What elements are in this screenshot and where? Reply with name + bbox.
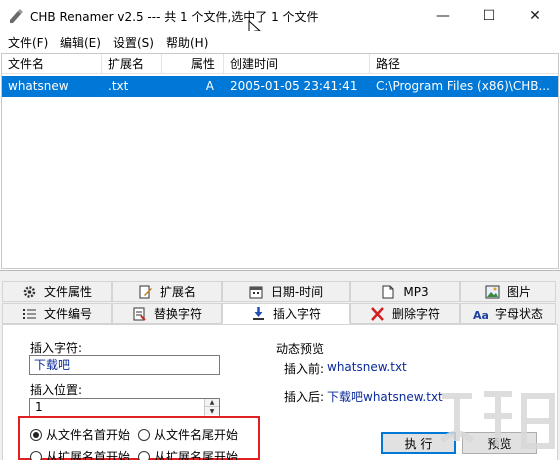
tab-label: 插入字符 xyxy=(272,307,321,321)
svg-text:Aa: Aa xyxy=(473,309,488,321)
table-row[interactable]: whatsnew .txt A 2005-01-05 23:41:41 C:\P… xyxy=(2,76,558,97)
stepper-up-icon[interactable]: ▲ xyxy=(205,399,219,407)
cell-attribute: A xyxy=(205,79,214,93)
gear-icon xyxy=(23,285,36,298)
after-value: 下载吧whatsnew.txt xyxy=(327,390,443,404)
radio-unchecked-icon xyxy=(138,450,150,460)
menu-settings[interactable]: 设置(S) xyxy=(113,34,154,51)
menu-bar: 文件(F) 编辑(E) 设置(S) 帮助(H) xyxy=(0,31,560,52)
watermark-logo xyxy=(439,391,555,449)
after-label: 插入后: xyxy=(284,390,325,404)
insert-position-stepper[interactable]: 1 ▲ ▼ xyxy=(29,398,220,417)
tab-mp3[interactable]: MP3 xyxy=(350,281,460,302)
tab-label: MP3 xyxy=(403,284,429,299)
letter-case-icon: Aa xyxy=(473,309,488,321)
cell-path: C:\Program Files (x86)\CHB... xyxy=(376,79,550,93)
cell-filename: whatsnew xyxy=(8,79,69,93)
cell-extension: .txt xyxy=(108,79,129,93)
before-value: whatsnew.txt xyxy=(327,360,407,374)
insert-chars-input[interactable]: 下载吧 xyxy=(29,355,220,375)
radio-filename-start[interactable]: 从文件名首开始 xyxy=(30,426,130,443)
insert-mode-highlight: 从文件名首开始 从文件名尾开始 从扩展名首开始 从扩展名尾开始 xyxy=(18,416,260,460)
radio-unchecked-icon xyxy=(30,450,42,460)
radio-checked-icon xyxy=(30,428,42,441)
tab-file-number[interactable]: 文件编号 xyxy=(2,303,112,324)
tab-label: 图片 xyxy=(506,285,531,299)
tab-label: 文件属性 xyxy=(43,285,92,299)
column-header-extension[interactable]: 扩展名 xyxy=(102,54,162,74)
minimize-button[interactable]: — xyxy=(420,0,466,31)
replace-icon xyxy=(133,307,146,321)
file-list[interactable]: 文件名 扩展名 属性 创建时间 路径 whatsnew .txt A 2005-… xyxy=(1,53,559,269)
tab-label: 文件编号 xyxy=(43,307,92,321)
delete-x-icon xyxy=(371,306,384,321)
calendar-icon xyxy=(249,286,263,298)
edit-document-icon xyxy=(139,285,152,298)
menu-help[interactable]: 帮助(H) xyxy=(166,34,208,51)
image-icon xyxy=(485,285,500,298)
tab-replace-chars[interactable]: 替换字符 xyxy=(112,303,222,324)
tab-label: 替换字符 xyxy=(153,307,202,321)
insert-position-label: 插入位置: xyxy=(30,383,83,397)
app-pencil-icon xyxy=(10,9,23,23)
maximize-button[interactable]: ☐ xyxy=(466,0,512,31)
numbered-list-icon xyxy=(22,308,36,319)
radio-label: 从扩展名首开始 xyxy=(46,450,131,460)
radio-extension-start[interactable]: 从扩展名首开始 xyxy=(30,448,130,460)
before-label: 插入前: xyxy=(284,362,325,376)
insert-position-value: 1 xyxy=(35,400,43,414)
radio-extension-end[interactable]: 从扩展名尾开始 xyxy=(138,448,238,460)
tab-insert-chars[interactable]: 插入字符 xyxy=(222,303,350,324)
column-header-filename[interactable]: 文件名 xyxy=(2,54,102,74)
tab-label: 扩展名 xyxy=(159,285,196,299)
column-header-attribute[interactable]: 属性 xyxy=(162,54,224,74)
insert-chars-label: 插入字符: xyxy=(30,341,83,355)
stepper-down-icon[interactable]: ▼ xyxy=(205,407,219,415)
radio-filename-end[interactable]: 从文件名尾开始 xyxy=(138,426,238,443)
tab-label: 字母状态 xyxy=(494,307,543,321)
close-button[interactable]: ✕ xyxy=(512,0,558,31)
tab-delete-chars[interactable]: 删除字符 xyxy=(350,303,460,324)
radio-unchecked-icon xyxy=(138,428,150,441)
tab-extension[interactable]: 扩展名 xyxy=(112,281,222,302)
tab-label: 删除字符 xyxy=(391,307,440,321)
document-icon xyxy=(382,285,394,298)
radio-label: 从文件名尾开始 xyxy=(154,428,239,442)
menu-file[interactable]: 文件(F) xyxy=(8,34,48,51)
tab-pictures[interactable]: 图片 xyxy=(460,281,556,302)
menu-edit[interactable]: 编辑(E) xyxy=(60,34,101,51)
cell-created: 2005-01-05 23:41:41 xyxy=(230,79,358,93)
radio-label: 从扩展名尾开始 xyxy=(154,450,239,460)
list-header: 文件名 扩展名 属性 创建时间 路径 xyxy=(2,54,558,74)
tab-file-attributes[interactable]: 文件属性 xyxy=(2,281,112,302)
column-header-path[interactable]: 路径 xyxy=(370,54,558,74)
tab-label: 日期-时间 xyxy=(270,285,324,299)
column-header-created[interactable]: 创建时间 xyxy=(224,54,370,74)
radio-label: 从文件名首开始 xyxy=(46,428,131,442)
insert-arrow-icon xyxy=(252,306,264,320)
title-bar: CHB Renamer v2.5 --- 共 1 个文件,选中了 1 个文件 —… xyxy=(0,0,560,40)
preview-group-title: 动态预览 xyxy=(276,342,325,356)
tab-letter-case[interactable]: Aa 字母状态 xyxy=(460,303,556,324)
stepper-buttons: ▲ ▼ xyxy=(204,399,219,416)
tab-date-time[interactable]: 日期-时间 xyxy=(222,281,350,302)
window-title: CHB Renamer v2.5 --- 共 1 个文件,选中了 1 个文件 xyxy=(30,10,319,24)
